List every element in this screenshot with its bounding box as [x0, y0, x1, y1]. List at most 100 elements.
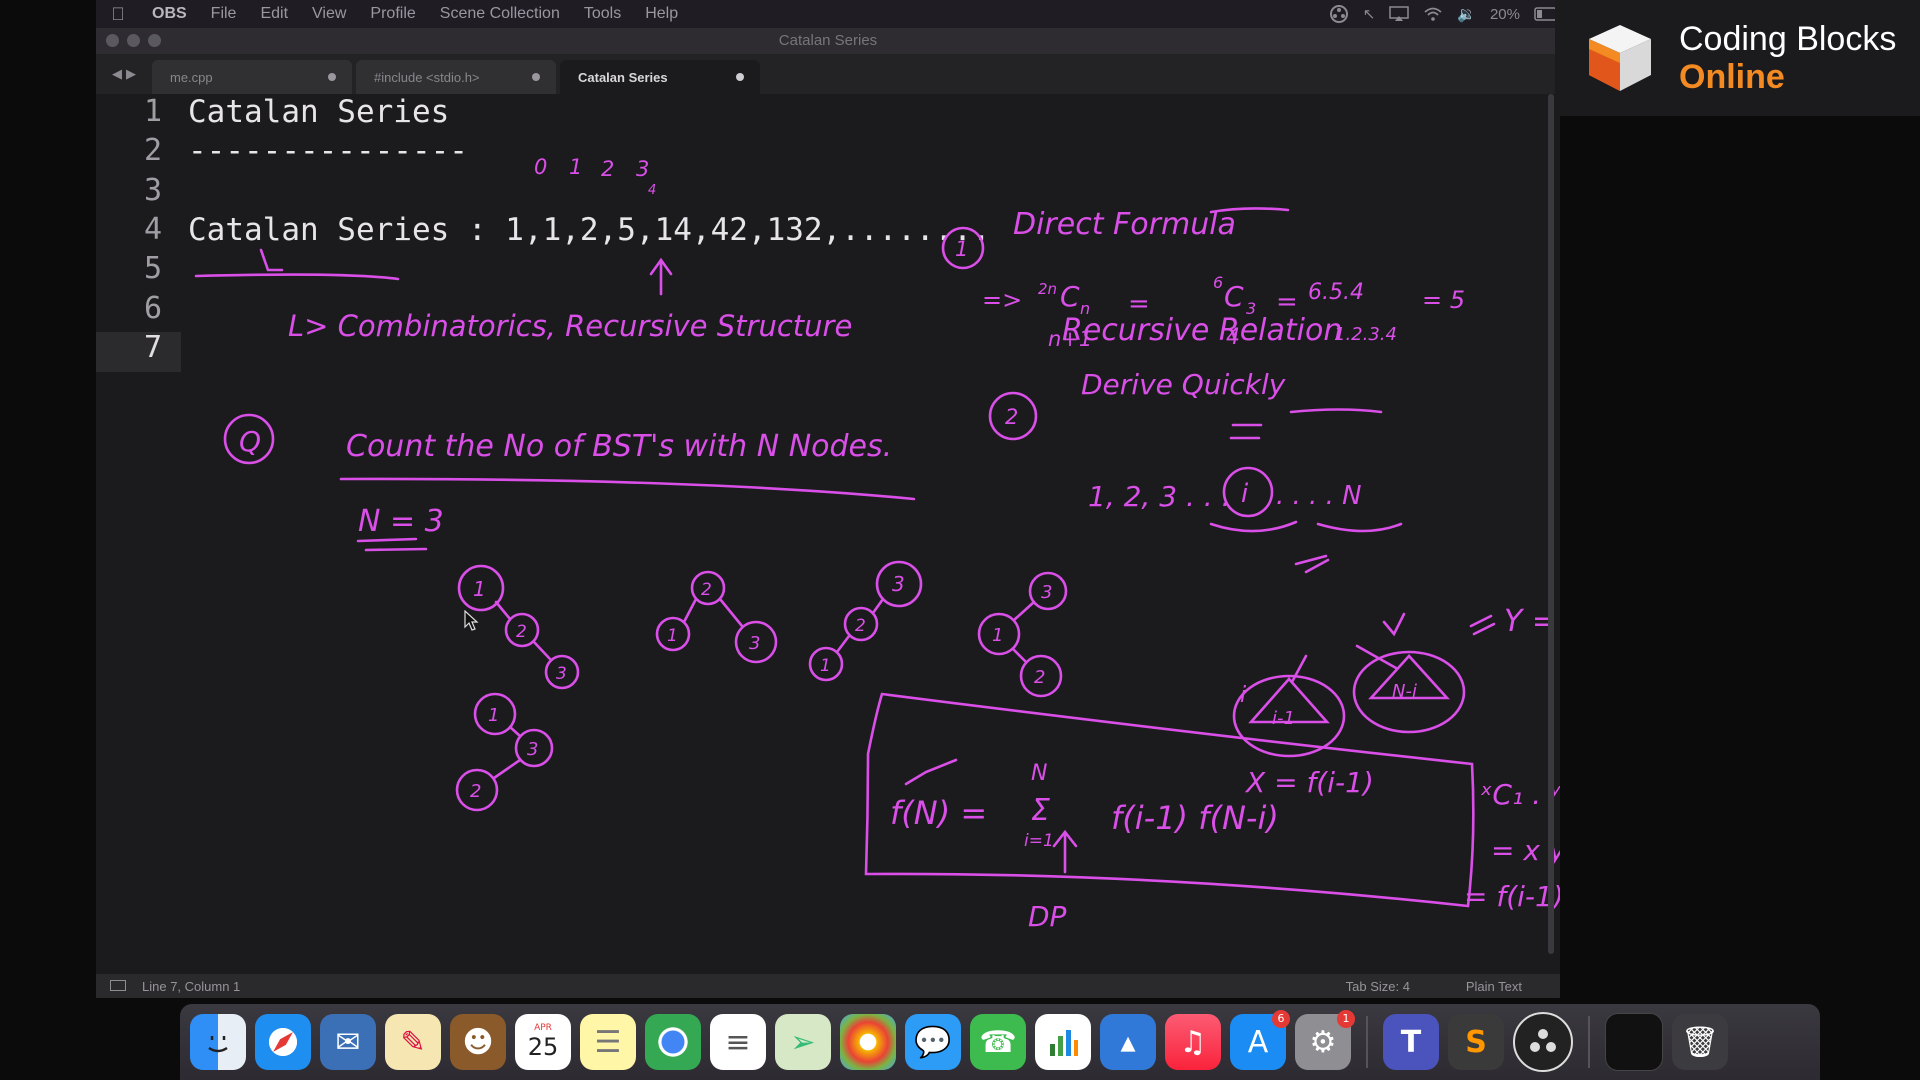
calendar-month: APR [534, 1023, 552, 1033]
tree-node: 3 [749, 633, 760, 654]
close-window-button[interactable] [106, 34, 119, 47]
index-mark: 1 [569, 155, 582, 179]
maps-icon[interactable]: ➢ [775, 1014, 831, 1070]
menu-scene-collection[interactable]: Scene Collection [428, 5, 572, 23]
tree-node: 2 [1034, 667, 1045, 688]
box-formula-rhs: f(i-1) f(N-i) [1111, 799, 1279, 837]
textedit-icon[interactable]: ✎ [385, 1014, 441, 1070]
sequence-i: i [1241, 479, 1249, 509]
menu-edit[interactable]: Edit [248, 5, 300, 23]
minimize-window-button[interactable] [127, 34, 140, 47]
obs-status-icon[interactable] [1329, 4, 1349, 24]
status-area: ↖ 🔉 20% [1329, 0, 1560, 28]
dp-label: DP [1028, 900, 1067, 933]
right-subtree-label: N-i [1392, 681, 1417, 702]
calendar-icon[interactable]: APR 25 [515, 1014, 571, 1070]
tree-node: 2 [701, 580, 712, 600]
forward-arrow-icon[interactable]: ▶ [126, 66, 136, 82]
coding-blocks-logo: Coding Blocks Online [1555, 0, 1920, 116]
tab-catalan-series[interactable]: Catalan Series [560, 60, 760, 94]
box-sigma: Σ [1031, 793, 1050, 828]
app-store-icon[interactable]: A 6 [1230, 1010, 1290, 1070]
box-formula-lhs: f(N) = [890, 794, 987, 832]
menu-tools[interactable]: Tools [572, 5, 633, 23]
messages-icon[interactable]: 💬 [905, 1014, 961, 1070]
cursor-icon[interactable]: ↖ [1363, 5, 1376, 23]
finder-icon[interactable] [190, 1014, 246, 1070]
sequence-end: . . . . N [1276, 481, 1362, 511]
combinatorics-note: L> Combinatorics, Recursive Structure [288, 309, 852, 343]
sequence-start: 1, 2, 3 . . . [1088, 480, 1230, 513]
x-equation: X = f(i-1) [1244, 766, 1374, 799]
obs-icon[interactable] [1513, 1012, 1573, 1072]
numbers-icon[interactable] [1035, 1014, 1091, 1070]
sublime-text-icon[interactable]: S [1448, 1014, 1504, 1070]
wifi-icon[interactable] [1423, 6, 1443, 22]
tab-nav-arrows[interactable]: ◀ ▶ [96, 54, 152, 94]
syntax-selector[interactable]: Plain Text [1466, 979, 1522, 994]
pen-annotations: 0 1 2 3 4 L> Combinatorics, Recursive St… [194, 155, 1560, 933]
menu-app-name[interactable]: OBS [140, 5, 199, 23]
back-arrow-icon[interactable]: ◀ [112, 66, 122, 82]
keynote-icon[interactable]: ▴ [1100, 1014, 1156, 1070]
reminders-icon[interactable]: ≡ [710, 1014, 766, 1070]
tree-node: 3 [1041, 582, 1052, 603]
menu-view[interactable]: View [300, 5, 358, 23]
teams-icon[interactable]: T [1383, 1014, 1439, 1070]
volume-icon[interactable]: 🔉 [1457, 5, 1476, 23]
direct-formula-title: Direct Formula [1013, 207, 1236, 242]
zoom-window-button[interactable] [148, 34, 161, 47]
dock-separator [1588, 1016, 1590, 1068]
text-editor[interactable]: 1 2 3 4 5 6 7 Catalan Series -----------… [96, 94, 1560, 974]
unsaved-dot-icon[interactable] [736, 73, 744, 81]
notes-icon[interactable]: ☰ [580, 1014, 636, 1070]
menu-bar:  OBS File Edit View Profile Scene Colle… [96, 0, 1560, 28]
trash-icon[interactable]: 🗑 [1672, 1014, 1728, 1070]
unsaved-dot-icon[interactable] [328, 73, 336, 81]
cursor-position[interactable]: Line 7, Column 1 [142, 979, 240, 994]
system-preferences-icon[interactable]: ⚙ 1 [1295, 1010, 1355, 1070]
tab-me-cpp[interactable]: me.cpp [152, 60, 352, 94]
final-expression: = f(i-1) f(N-i) [1464, 880, 1560, 913]
formula-result: = 5 [1422, 286, 1465, 314]
apple-icon[interactable]:  [96, 4, 140, 25]
tree-node: 1 [820, 656, 831, 676]
facetime-icon[interactable]: ☎ [970, 1014, 1026, 1070]
terminal-window-icon[interactable] [1605, 1013, 1663, 1071]
cube-logo-icon [1581, 19, 1659, 97]
photos-icon[interactable] [840, 1014, 896, 1070]
menu-help[interactable]: Help [633, 5, 690, 23]
panel-toggle-icon[interactable] [110, 980, 126, 991]
tree-node: 2 [470, 781, 481, 802]
unsaved-dot-icon[interactable] [532, 73, 540, 81]
question-mark: Q [239, 425, 261, 458]
index-mark: 4 [648, 183, 656, 198]
tab-include-stdio[interactable]: #include <stdio.h> [356, 60, 556, 94]
tree-node: 1 [992, 625, 1003, 646]
mail-icon[interactable]: ✉ [320, 1014, 376, 1070]
chrome-icon[interactable] [645, 1014, 701, 1070]
vertical-scrollbar[interactable] [1548, 94, 1554, 954]
window-controls [106, 34, 161, 47]
index-mark: 0 [534, 155, 547, 179]
recursive-relation-title: Recursive Relation [1062, 313, 1342, 348]
tab-size-selector[interactable]: Tab Size: 4 [1346, 979, 1410, 994]
itunes-icon[interactable]: ♫ [1165, 1014, 1221, 1070]
index-mark: 3 [636, 157, 649, 181]
dock-separator [1366, 1016, 1368, 1068]
tree-node: 3 [527, 739, 538, 760]
app-store-badge: 6 [1272, 1010, 1290, 1028]
left-subtree-label: i-1 [1272, 708, 1295, 729]
calendar-day: 25 [527, 1033, 559, 1061]
root-node-i: i [1240, 683, 1246, 708]
tree-node: 2 [516, 622, 527, 642]
menu-file[interactable]: File [199, 5, 249, 23]
airplay-icon[interactable] [1389, 6, 1410, 22]
status-bar: Line 7, Column 1 Tab Size: 4 Plain Text [96, 974, 1560, 998]
tree-node: 3 [556, 664, 567, 684]
settings-badge: 1 [1337, 1010, 1355, 1028]
contacts-icon[interactable]: ☻ [450, 1014, 506, 1070]
safari-icon[interactable] [255, 1014, 311, 1070]
formula-superscript: 2n [1038, 280, 1057, 298]
menu-profile[interactable]: Profile [358, 5, 427, 23]
